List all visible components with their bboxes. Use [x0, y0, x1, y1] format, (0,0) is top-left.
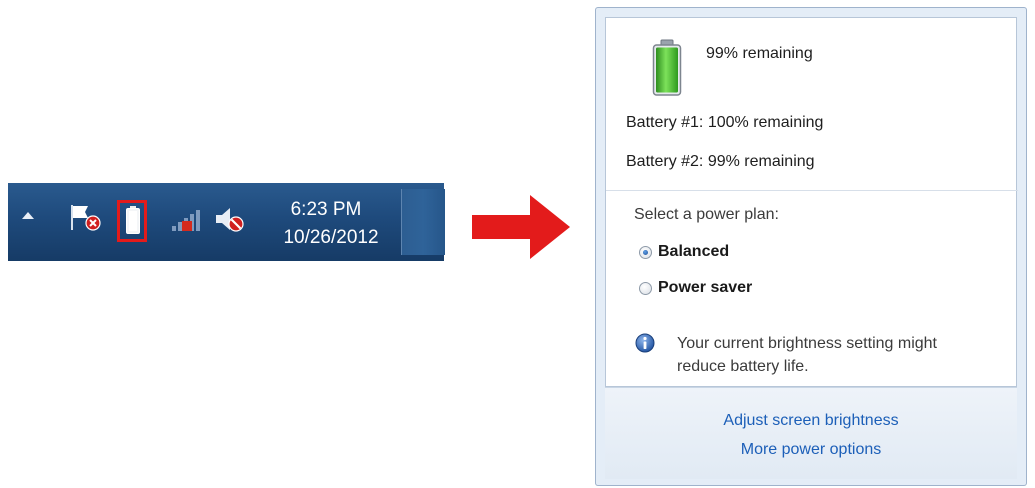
- divider: [606, 190, 1018, 191]
- clock-date[interactable]: 10/26/2012: [266, 227, 396, 249]
- adjust-brightness-link[interactable]: Adjust screen brightness: [605, 411, 1017, 431]
- more-power-options-link[interactable]: More power options: [605, 440, 1017, 460]
- battery-large-icon: [652, 39, 682, 96]
- clock-time[interactable]: 6:23 PM: [276, 199, 376, 221]
- brightness-warning-line2: reduce battery life.: [677, 358, 809, 375]
- chevron-up-icon[interactable]: [22, 212, 34, 219]
- show-desktop-button[interactable]: [401, 189, 445, 255]
- signal-icon[interactable]: [170, 207, 202, 233]
- battery-2-status: Battery #2: 99% remaining: [626, 153, 815, 170]
- plan-power-saver-label[interactable]: Power saver: [658, 278, 752, 298]
- battery-1-status: Battery #1: 100% remaining: [626, 114, 824, 131]
- battery-flyout: 99% remaining Battery #1: 100% remaining…: [595, 7, 1027, 486]
- volume-muted-icon[interactable]: [213, 204, 247, 234]
- radio-power-saver[interactable]: [639, 282, 652, 295]
- battery-icon[interactable]: [125, 205, 141, 235]
- radio-balanced[interactable]: [639, 246, 652, 259]
- red-arrow-icon: [472, 195, 570, 259]
- battery-summary: 99% remaining: [706, 45, 813, 62]
- taskbar-notification-area: 6:23 PM 10/26/2012: [8, 183, 445, 261]
- brightness-warning-line1: Your current brightness setting might: [677, 335, 937, 352]
- info-icon: [635, 333, 655, 353]
- power-plan-heading: Select a power plan:: [634, 206, 779, 223]
- action-center-flag-icon[interactable]: [69, 203, 103, 233]
- flyout-footer: [605, 387, 1017, 479]
- plan-balanced-label[interactable]: Balanced: [658, 242, 729, 262]
